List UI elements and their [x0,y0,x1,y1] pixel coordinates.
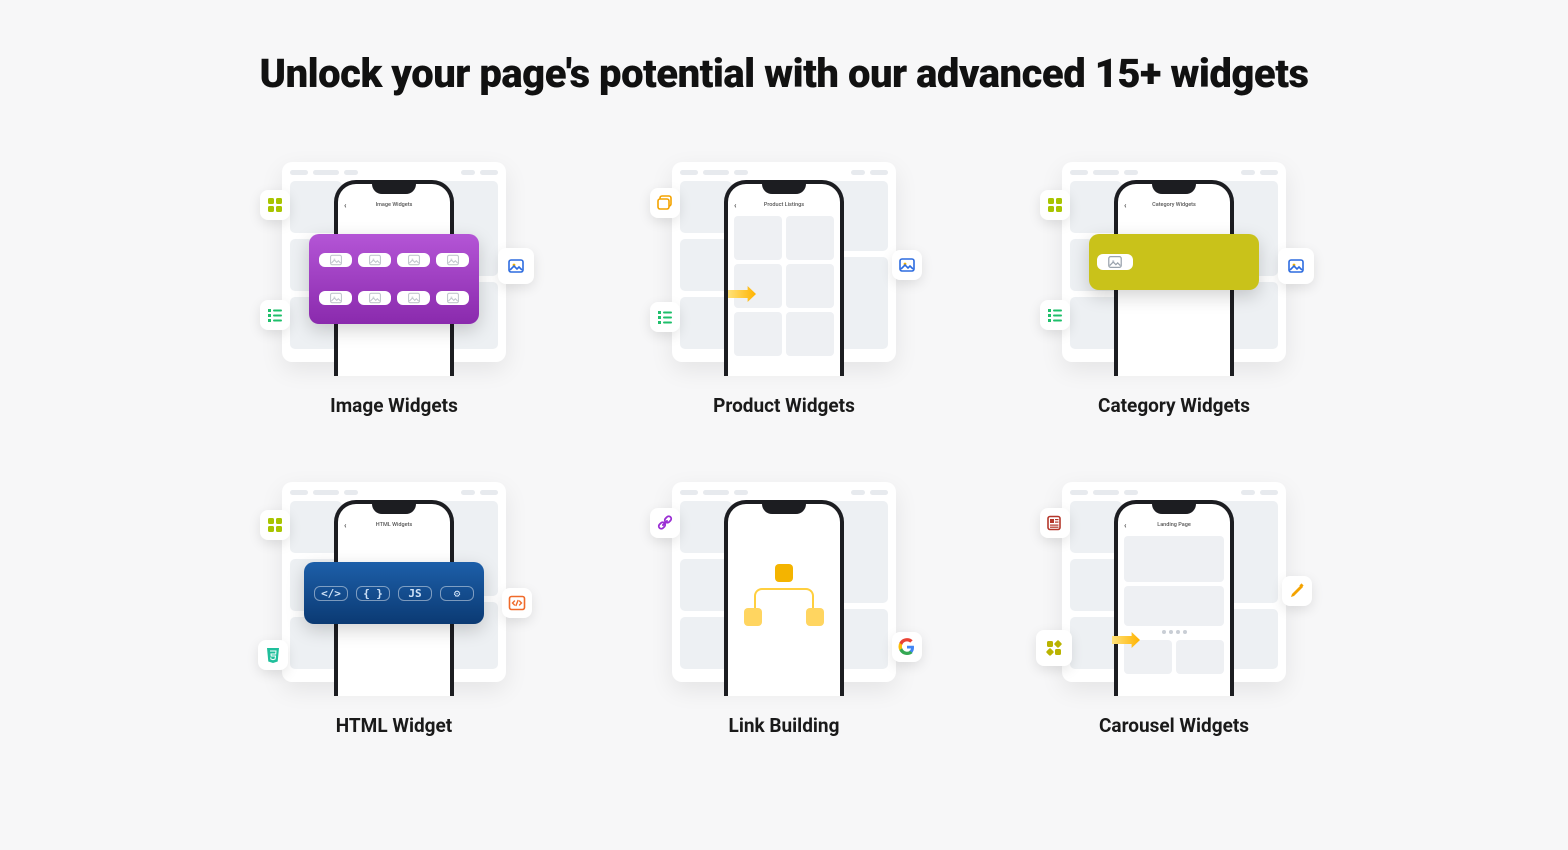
gear-slot: ⚙ [440,586,474,601]
card-link-building: Link Building [619,472,949,737]
windows-icon [650,188,680,218]
back-chevron-icon: ‹ [1124,201,1126,210]
card-product-widgets: ‹ Product Listings Product Widgets [619,152,949,417]
page-title: Unlock your page's potential with our ad… [40,50,1528,97]
list-icon [650,302,680,332]
sitemap-illustration [748,564,820,676]
list-icon [260,300,290,330]
phone-title: Category Widgets [1152,202,1196,208]
card-title: Product Widgets [713,394,855,417]
grid-icon [260,190,290,220]
back-chevron-icon: ‹ [734,201,736,210]
card-image-widgets: ‹ Image Widgets Image Widgets [229,152,559,417]
braces-slot: { } [356,586,390,601]
phone-mock: ‹ Landing Page [1114,500,1234,696]
grid-icon [260,510,290,540]
phone-title: Product Listings [764,202,804,208]
card-category-widgets: ‹ Category Widgets Category Widgets [1009,152,1339,417]
card-carousel-widgets: ‹ Landing Page Carousel Widgets [1009,472,1339,737]
phone-mock [724,500,844,696]
css3-icon [258,640,288,670]
code-icon [502,588,532,618]
js-slot: JS [398,586,432,601]
code-slot: </> [314,586,348,601]
grid-icon [1040,190,1070,220]
phone-title: HTML Widgets [376,522,412,528]
link-icon [650,508,680,538]
pencil-icon [1282,576,1312,606]
news-icon [1040,508,1070,538]
html-tools-feature: </> { } JS ⚙ [304,562,484,624]
back-chevron-icon: ‹ [344,201,346,210]
picture-icon [892,250,922,280]
card-html-widget: ‹ HTML Widgets </> { } JS ⚙ HTML Widget [229,472,559,737]
picture-icon [1278,248,1314,284]
google-icon [892,632,922,662]
card-title: HTML Widget [336,714,452,737]
card-title: Link Building [729,714,840,737]
list-icon [1040,300,1070,330]
grid-diamond-icon [1036,630,1072,666]
image-grid-feature [309,234,479,324]
picture-icon [498,248,534,284]
phone-title: Landing Page [1157,522,1191,528]
back-chevron-icon: ‹ [344,521,346,530]
card-title: Image Widgets [330,394,458,417]
card-title: Carousel Widgets [1099,714,1249,737]
card-title: Category Widgets [1098,394,1250,417]
category-bar-feature [1089,234,1259,290]
phone-title: Image Widgets [376,202,413,208]
widgets-grid: ‹ Image Widgets Image Widgets [40,152,1528,737]
back-chevron-icon: ‹ [1124,521,1126,530]
carousel-dots-icon [1124,630,1224,634]
phone-mock: ‹ Product Listings [724,180,844,376]
